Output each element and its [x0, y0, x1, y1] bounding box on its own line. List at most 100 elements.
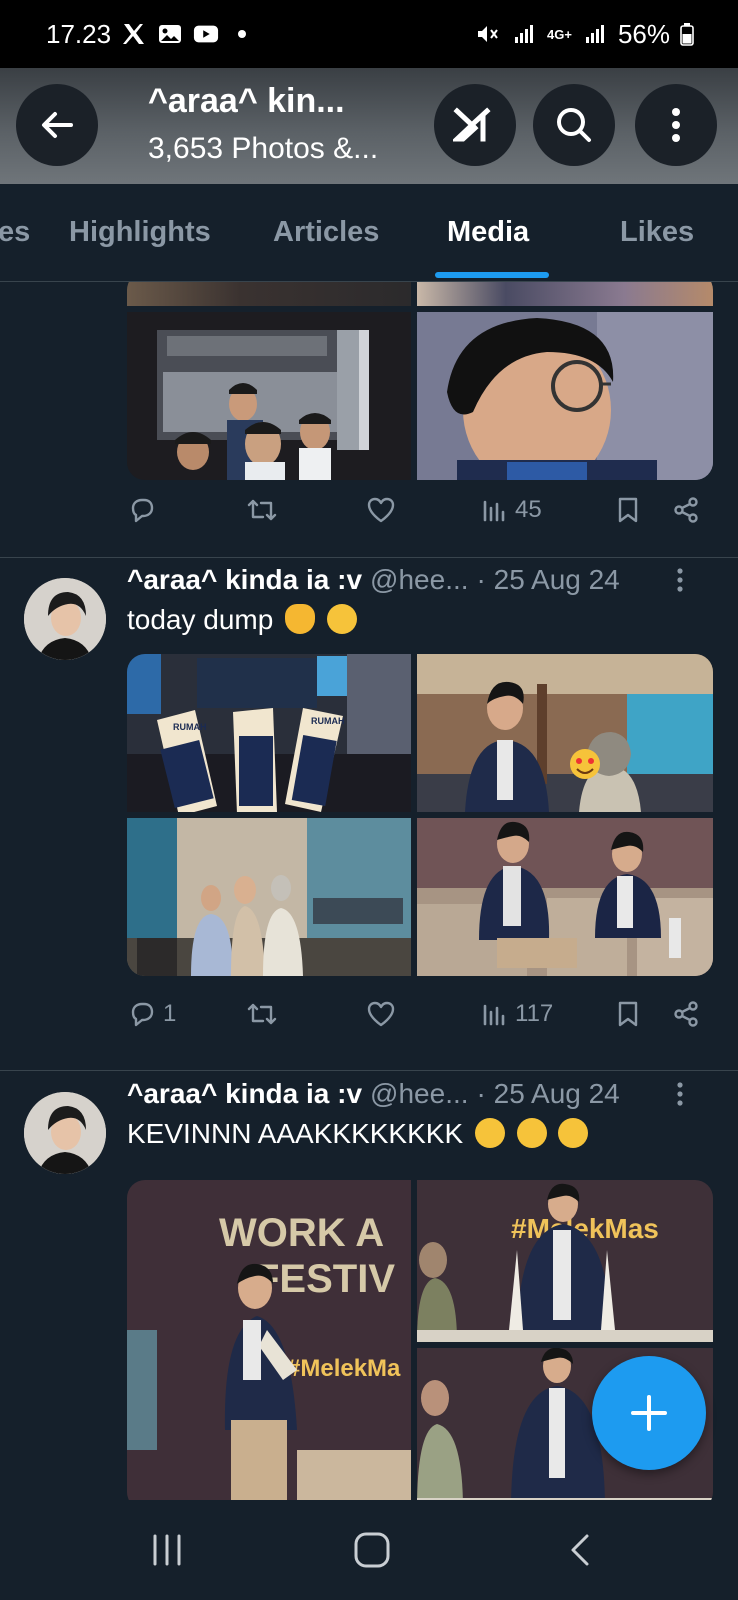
post-text: KEVINNN AAAKKKKKKKK: [127, 1118, 464, 1149]
photo[interactable]: [417, 818, 713, 976]
post-date[interactable]: · 25 Aug 24: [477, 1078, 620, 1110]
photo[interactable]: [417, 654, 713, 812]
post-3-text: KEVINNN AAAKKKKKKKK: [127, 1118, 589, 1150]
photo[interactable]: #MelekMas: [417, 1180, 713, 1342]
display-name[interactable]: ^araa^ kinda ia :v: [127, 1078, 362, 1110]
post-menu-button[interactable]: [665, 560, 695, 600]
bookmark-button[interactable]: [615, 490, 641, 530]
reply-icon: [131, 1002, 154, 1027]
photo[interactable]: [127, 282, 411, 306]
media-feed: 45 ^araa^ kinda ia :v @hee... · 25 Aug 2…: [0, 282, 738, 1500]
profile-tabs: es Highlights Articles Media Likes: [0, 184, 738, 282]
views-button[interactable]: 45: [481, 490, 542, 530]
photo[interactable]: WORK A FESTIV #MelekMa: [127, 1180, 411, 1500]
reply-icon: [131, 498, 154, 523]
battery-percent: 56%: [617, 18, 670, 49]
back-button[interactable]: [16, 84, 98, 166]
post-1-actions: 45: [127, 490, 707, 530]
tab-likes[interactable]: Likes: [620, 216, 694, 249]
display-name[interactable]: ^araa^ kinda ia :v: [127, 564, 362, 596]
heart-hands-emoji-icon: [285, 604, 316, 634]
more-vertical-icon: [677, 1082, 683, 1106]
tab-highlights[interactable]: Highlights: [69, 216, 211, 249]
tab-replies[interactable]: es: [0, 216, 30, 249]
grok-button[interactable]: [434, 84, 516, 166]
photo[interactable]: [127, 818, 411, 976]
share-button[interactable]: [671, 994, 701, 1034]
heart-icon: [367, 1001, 395, 1027]
tab-media[interactable]: Media: [447, 216, 529, 249]
reply-button[interactable]: [127, 490, 157, 530]
poster-text: RUMAH: [311, 716, 345, 726]
post-2-actions: 1 117: [127, 994, 707, 1034]
retweet-icon: [247, 499, 277, 521]
post-1-media-grid[interactable]: [127, 282, 713, 480]
recent-apps-button[interactable]: [142, 1528, 192, 1572]
views-count: 117: [515, 1000, 554, 1027]
more-vertical-icon: [677, 568, 683, 592]
tab-articles[interactable]: Articles: [273, 216, 379, 249]
gallery-icon: [157, 23, 183, 45]
back-chevron-icon: [571, 1534, 589, 1566]
more-vertical-icon: [672, 108, 680, 142]
share-icon: [674, 1001, 698, 1027]
bookmark-icon: [618, 497, 638, 523]
post-date[interactable]: · 25 Aug 24: [477, 564, 620, 596]
more-options-button[interactable]: [635, 84, 717, 166]
poster-text: RUMAH: [173, 722, 207, 732]
share-button[interactable]: [671, 490, 701, 530]
like-button[interactable]: [365, 490, 397, 530]
x-logo-icon: [121, 23, 147, 45]
share-icon: [674, 497, 698, 523]
reply-button[interactable]: 1: [127, 994, 176, 1034]
pleading-face-emoji-icon: [474, 1118, 505, 1148]
status-left: 17.23: [46, 19, 255, 50]
photo[interactable]: [417, 312, 713, 480]
post-divider: [0, 1070, 738, 1071]
avatar[interactable]: [24, 1092, 106, 1174]
plus-icon: [631, 1395, 667, 1431]
pleading-face-emoji-icon: [516, 1118, 547, 1148]
bookmark-button[interactable]: [615, 994, 641, 1034]
post-divider: [0, 557, 738, 558]
post-2-header: ^araa^ kinda ia :v @hee... · 25 Aug 24: [127, 560, 687, 600]
post-menu-button[interactable]: [665, 1074, 695, 1114]
home-icon: [354, 1532, 390, 1568]
banner-text: WORK A: [219, 1211, 384, 1255]
profile-name: ^araa^ kin...: [148, 82, 345, 120]
views-chart-icon: [483, 1004, 505, 1026]
active-tab-indicator: [435, 272, 549, 278]
retweet-button[interactable]: [245, 994, 279, 1034]
banner-text: FESTIV: [255, 1257, 395, 1301]
profile-header: ^araa^ kin... 3,653 Photos &...: [0, 68, 738, 184]
status-bar: 17.23 4G+ 56%: [0, 0, 738, 68]
post-3-header: ^araa^ kinda ia :v @hee... · 25 Aug 24: [127, 1074, 687, 1114]
retweet-icon: [247, 1003, 277, 1025]
battery-icon: [680, 23, 694, 46]
search-button[interactable]: [533, 84, 615, 166]
photo[interactable]: RUMAH RUMAH: [127, 654, 411, 812]
signal-icon-2: [582, 23, 608, 45]
system-navigation-bar: [0, 1500, 738, 1600]
back-nav-button[interactable]: [555, 1528, 605, 1572]
views-button[interactable]: 117: [481, 994, 553, 1034]
user-handle[interactable]: @hee...: [370, 564, 468, 596]
photo[interactable]: [127, 312, 411, 480]
post-text: today dump: [127, 604, 274, 635]
home-button[interactable]: [347, 1528, 397, 1572]
post-2-media-grid[interactable]: RUMAH RUMAH: [127, 654, 713, 976]
bookmark-icon: [618, 1001, 638, 1027]
views-chart-icon: [483, 500, 505, 522]
signal-icon-1: [511, 23, 537, 45]
user-handle[interactable]: @hee...: [370, 1078, 468, 1110]
search-icon: [557, 108, 591, 142]
recent-apps-icon: [153, 1534, 181, 1566]
retweet-button[interactable]: [245, 490, 279, 530]
avatar[interactable]: [24, 578, 106, 660]
compose-post-button[interactable]: [592, 1356, 706, 1470]
like-button[interactable]: [365, 994, 397, 1034]
status-time: 17.23: [46, 18, 112, 49]
photo[interactable]: [417, 282, 713, 306]
reply-count: 1: [163, 1000, 177, 1027]
pleading-face-emoji-icon: [558, 1118, 589, 1148]
